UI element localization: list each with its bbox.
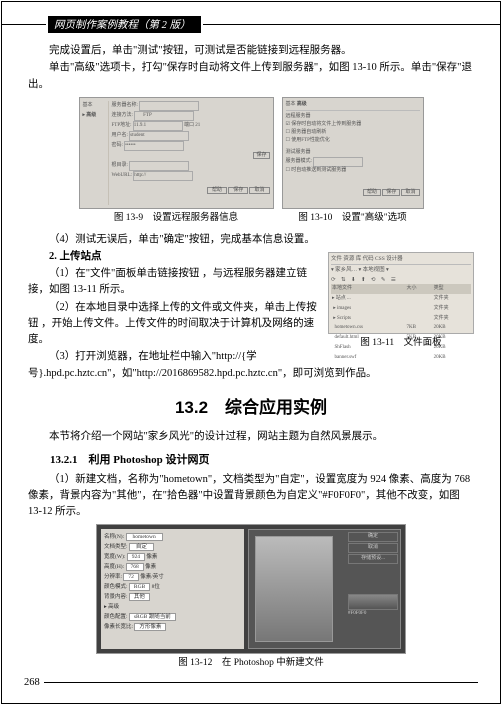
paragraph: 本节将介绍一个网站"家乡风光"的设计过程，网站主题为自然风景展示。 (28, 429, 474, 445)
section-title: 13.2 综合应用实例 (28, 395, 474, 421)
header-title: 网页制作案例教程（第 2 版） (48, 16, 201, 33)
figure-13-12: 名称(N): hometown 文档类型: 自定 宽度(W): 924 像素 高… (96, 524, 406, 654)
figure-caption: 图 13-12 在 Photoshop 中新建文件 (28, 656, 474, 671)
paragraph: 完成设置后，单击"测试"按钮，可测试是否能链接到远程服务器。 (28, 43, 474, 59)
figure-13-10: 基本 高级 远程服务器 ☑ 保存时自动将文件上传到服务器 ☐ 服务器自动刷新 ☐… (282, 97, 424, 209)
paragraph: （4）测试无误后，单击"确定"按钮，完成基本信息设置。 (28, 232, 474, 248)
figure-13-11-wrap: 文件 资源 库 代码 CSS 设计器 ▾ 家乡风… ▾ 本地视图 ▾ ⟳ ⇅ ⬇… (328, 252, 474, 355)
page-content: 完成设置后，单击"测试"按钮，可测试是否能链接到远程服务器。 单击"高级"选项卡… (2, 33, 500, 671)
figure-13-11: 文件 资源 库 代码 CSS 设计器 ▾ 家乡风… ▾ 本地视图 ▾ ⟳ ⇅ ⬇… (328, 252, 474, 334)
page-footer: 268 (24, 677, 478, 688)
figure-caption: 图 13-9 设置远程服务器信息 (79, 211, 274, 226)
figure-row: 基本▸ 高级 服务器名称: 连接方法: FTP FTP地址: 11.9.1 端口… (28, 97, 474, 230)
subsection-title: 13.2.1 利用 Photoshop 设计网页 (50, 452, 474, 469)
page-number: 268 (24, 677, 40, 688)
page-header: 网页制作案例教程（第 2 版） (2, 16, 500, 33)
paragraph: 单击"高级"选项卡，打勾"保存时自动将文件上传到服务器"，如图 13-10 所示… (28, 60, 474, 93)
paragraph: （1）新建文档，名称为"hometown"，文档类型为"自定"，设置宽度为 92… (28, 472, 474, 521)
figure-caption: 图 13-10 设置"高级"选项 (282, 211, 424, 226)
figure-13-9: 基本▸ 高级 服务器名称: 连接方法: FTP FTP地址: 11.9.1 端口… (79, 97, 274, 209)
